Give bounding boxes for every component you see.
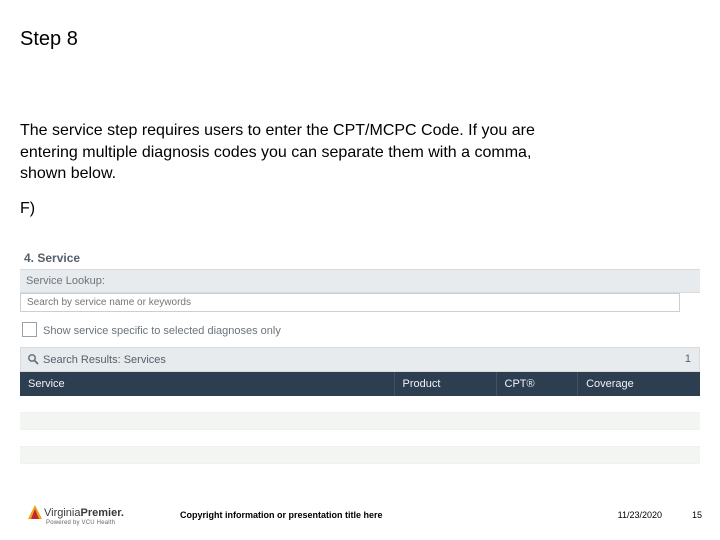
brand-text-a: Virginia <box>44 507 81 519</box>
brand-tagline: Powered by VCU Health <box>46 520 124 526</box>
results-rows <box>20 396 700 464</box>
slide-title: Step 8 <box>20 28 78 51</box>
panel-section-header: 4. Service <box>20 245 700 270</box>
col-cpt[interactable]: CPT® <box>496 372 578 396</box>
brand-text-b: Premier. <box>81 507 124 519</box>
col-product[interactable]: Product <box>394 372 496 396</box>
footer: VirginiaPremier. Powered by VCU Health C… <box>0 500 720 540</box>
brand-logo: VirginiaPremier. Powered by VCU Health <box>28 505 124 526</box>
service-search-input[interactable] <box>20 293 680 312</box>
checkbox-label: Show service specific to selected diagno… <box>43 325 281 337</box>
service-panel-screenshot: 4. Service Service Lookup: Show service … <box>20 245 700 464</box>
list-marker: F) <box>20 200 35 218</box>
table-row <box>20 430 700 447</box>
footer-copyright: Copyright information or presentation ti… <box>180 510 383 520</box>
table-row <box>20 413 700 430</box>
footer-page-number: 15 <box>692 510 702 520</box>
table-row <box>20 447 700 464</box>
search-icon <box>27 353 39 365</box>
col-service[interactable]: Service <box>20 372 394 396</box>
search-results-header: Search Results: Services 1 <box>20 347 700 372</box>
results-count: 1 <box>685 353 691 365</box>
service-lookup-label: Service Lookup: <box>20 270 700 293</box>
results-table-header: Service Product CPT® Coverage <box>20 372 700 396</box>
checkbox-row: Show service specific to selected diagno… <box>20 318 700 347</box>
results-title: Search Results: Services <box>43 354 166 366</box>
table-row <box>20 396 700 413</box>
body-text: The service step requires users to enter… <box>20 120 580 185</box>
brand-logo-icon <box>28 505 42 519</box>
footer-date: 11/23/2020 <box>618 510 662 520</box>
col-coverage[interactable]: Coverage <box>578 372 700 396</box>
diagnoses-only-checkbox[interactable] <box>22 322 37 337</box>
slide: Step 8 The service step requires users t… <box>0 0 720 540</box>
